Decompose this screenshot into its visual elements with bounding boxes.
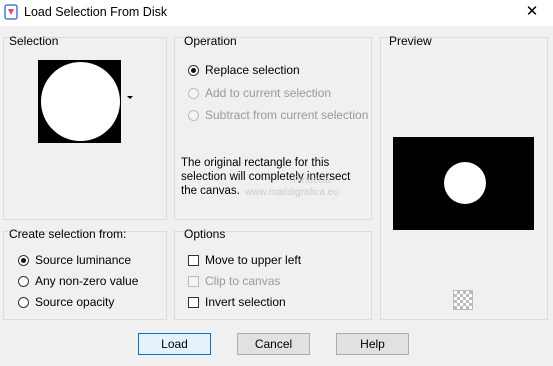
radio-label: Source opacity (35, 295, 115, 309)
radio-label: Subtract from current selection (205, 108, 369, 122)
subtract-from-selection-radio: Subtract from current selection (188, 108, 368, 122)
selection-app-icon (4, 4, 18, 20)
checkbox-label: Clip to canvas (205, 274, 281, 288)
selection-shape (41, 62, 120, 141)
options-group-label: Options (184, 227, 226, 241)
radio-label: Any non-zero value (35, 274, 139, 288)
watermark-url: www.maildigrafica.eu (245, 187, 339, 198)
info-line: The original rectangle for this (181, 157, 330, 169)
cancel-button[interactable]: Cancel (237, 333, 310, 355)
chevron-down-icon[interactable] (127, 96, 133, 99)
radio-indicator[interactable] (18, 254, 29, 266)
add-to-selection-radio: Add to current selection (188, 86, 331, 100)
selection-group-label: Selection (9, 34, 59, 48)
replace-selection-radio[interactable]: Replace selection (188, 63, 300, 77)
checkbox-box (188, 275, 199, 287)
checkbox-box[interactable] (188, 296, 199, 308)
preview-group-label: Preview (389, 34, 432, 48)
window-title: Load Selection From Disk (24, 5, 168, 19)
selection-thumbnail[interactable] (38, 60, 121, 143)
preview-canvas (393, 137, 534, 230)
radio-label: Replace selection (205, 63, 300, 77)
source-luminance-radio[interactable]: Source luminance (18, 253, 131, 267)
radio-label: Source luminance (35, 253, 132, 267)
checkbox-box[interactable] (188, 254, 199, 266)
clip-to-canvas-checkbox: Clip to canvas (188, 274, 280, 288)
radio-indicator (188, 87, 199, 99)
move-to-upper-left-checkbox[interactable]: Move to upper left (188, 253, 301, 267)
radio-indicator[interactable] (188, 64, 199, 76)
create-from-group-label: Create selection from: (9, 227, 127, 241)
radio-indicator[interactable] (18, 296, 29, 308)
watermark: Pinuccia www.maildigrafica.eu (245, 175, 339, 199)
radio-indicator[interactable] (18, 275, 29, 287)
preview-selection-shape (444, 162, 486, 204)
operation-group-label: Operation (184, 34, 237, 48)
close-button[interactable]: ✕ (517, 1, 547, 23)
help-button[interactable]: Help (336, 333, 409, 355)
title-bar: Load Selection From Disk ✕ (0, 0, 553, 26)
any-nonzero-radio[interactable]: Any non-zero value (18, 274, 138, 288)
radio-indicator (188, 109, 199, 121)
load-button[interactable]: Load (138, 333, 211, 355)
checkbox-label: Move to upper left (205, 253, 302, 267)
checkerboard-icon[interactable] (453, 290, 473, 310)
invert-selection-checkbox[interactable]: Invert selection (188, 295, 286, 309)
source-opacity-radio[interactable]: Source opacity (18, 295, 114, 309)
checkbox-label: Invert selection (205, 295, 286, 309)
watermark-name: Pinuccia (293, 175, 331, 186)
radio-label: Add to current selection (205, 86, 332, 100)
